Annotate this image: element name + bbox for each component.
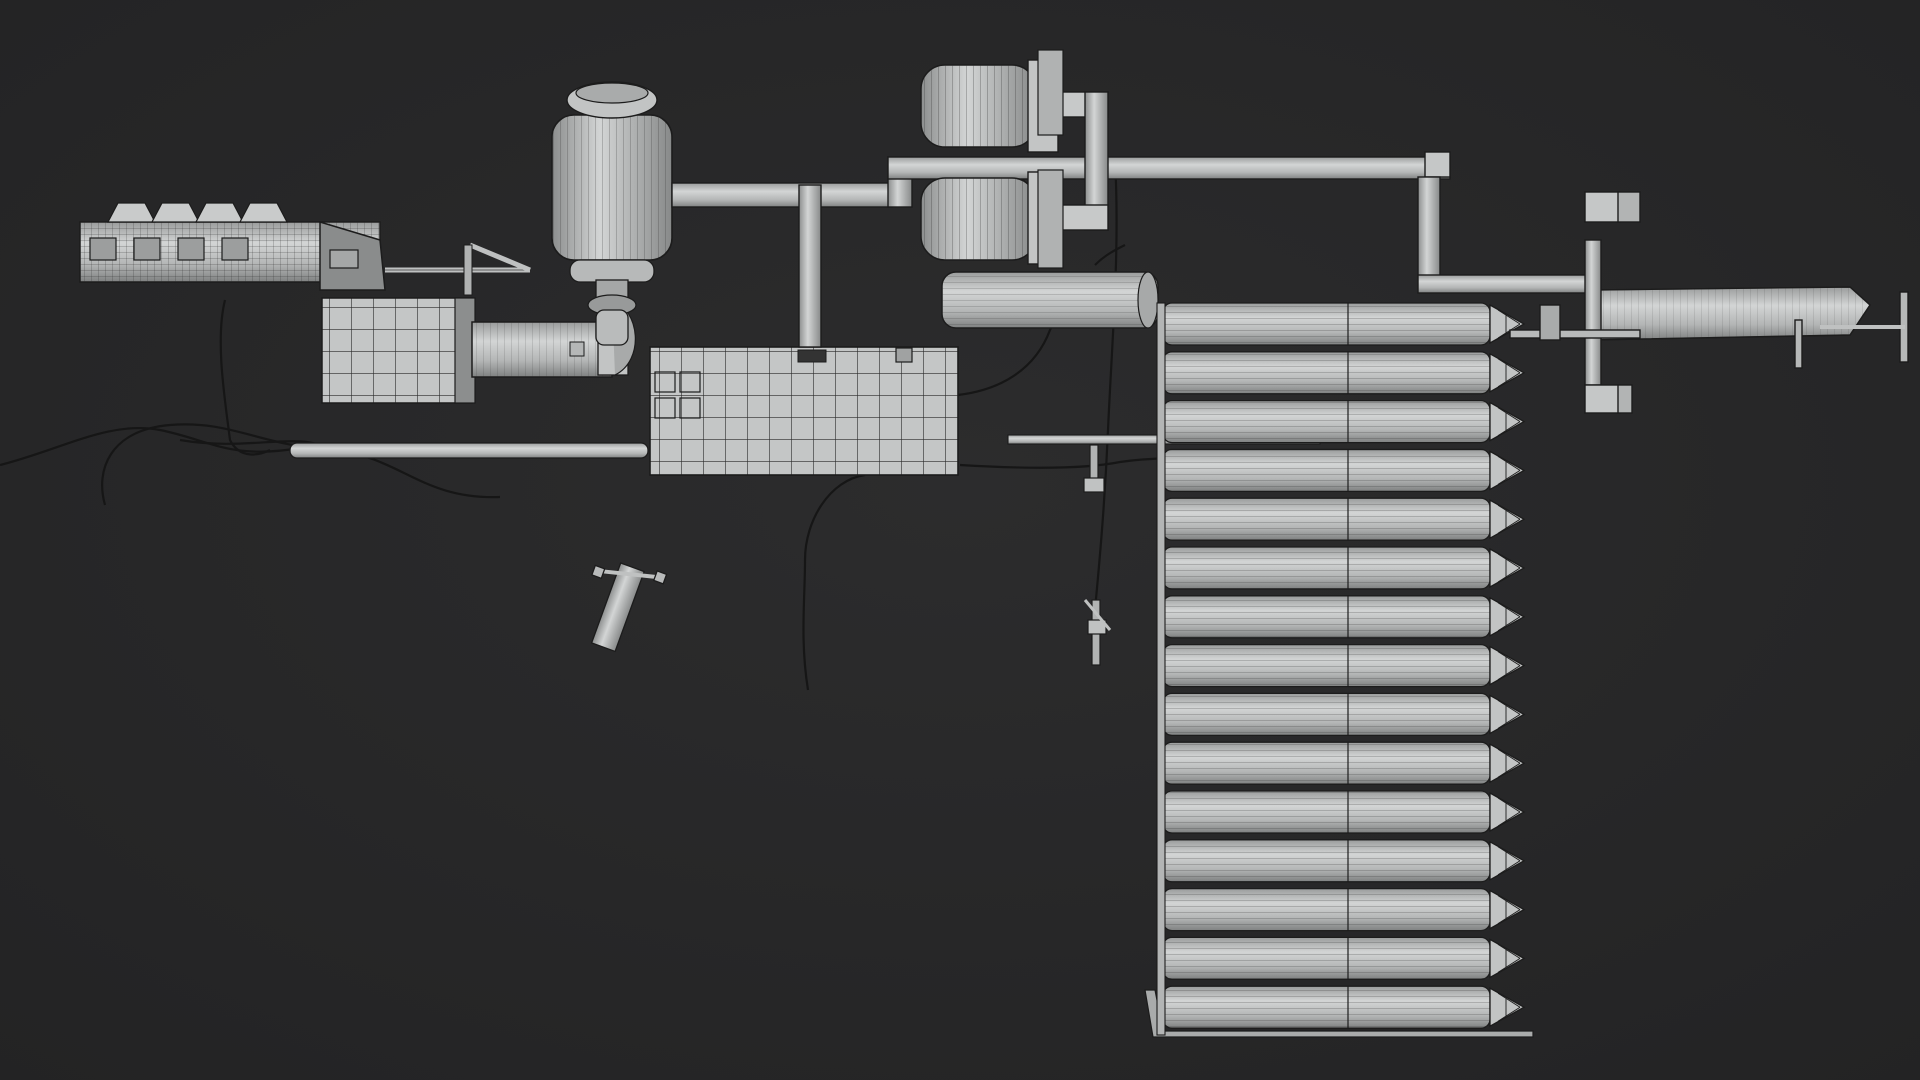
3d-viewport[interactable] <box>0 0 1920 1080</box>
ammo-round[interactable] <box>1162 741 1526 785</box>
ammo-round-wireframe <box>1163 547 1490 589</box>
ammo-round[interactable] <box>1162 936 1526 981</box>
ammo-round-wireframe <box>1163 937 1490 980</box>
ammo-round[interactable] <box>1162 790 1526 834</box>
cooling-fan-lower[interactable] <box>920 169 1064 269</box>
ammo-round[interactable] <box>1162 985 1526 1029</box>
exhaust-pipe-lower[interactable] <box>289 442 649 459</box>
ammo-round-wireframe <box>1163 644 1490 687</box>
ammo-round[interactable] <box>1162 692 1526 737</box>
ammo-round-wireframe <box>1163 351 1490 394</box>
ammo-round-wireframe <box>1163 400 1490 443</box>
ammo-round-wireframe <box>1163 791 1490 833</box>
ammo-stack-rail <box>1156 302 1166 1036</box>
ammo-round[interactable] <box>1162 497 1526 541</box>
ammo-round[interactable] <box>1162 351 1526 395</box>
ammo-round-wireframe <box>1163 449 1490 492</box>
ammo-belt-stack[interactable] <box>1144 302 1534 1038</box>
control-panel-box[interactable] <box>649 346 959 476</box>
ammo-round[interactable] <box>1162 839 1526 883</box>
ammo-round[interactable] <box>1162 887 1526 932</box>
horizontal-tank[interactable] <box>941 271 1159 329</box>
ammo-round-wireframe <box>1163 888 1490 931</box>
ammo-round-wireframe <box>1163 303 1490 345</box>
ammo-round-wireframe <box>1163 498 1490 541</box>
ammo-round-wireframe <box>1163 742 1490 785</box>
ammo-round[interactable] <box>1162 448 1526 493</box>
ammo-round[interactable] <box>1162 643 1526 688</box>
ammo-round[interactable] <box>1162 595 1526 639</box>
ammo-round[interactable] <box>1162 399 1526 444</box>
ammo-round-wireframe <box>1163 839 1490 882</box>
cooling-fan-upper[interactable] <box>920 49 1064 153</box>
ammo-round-wireframe <box>1163 595 1490 638</box>
scene-canvas[interactable] <box>0 0 1920 1080</box>
ammo-round-wireframe <box>1163 986 1490 1029</box>
ammo-round[interactable] <box>1162 302 1526 346</box>
ammo-round-wireframe <box>1163 693 1490 736</box>
ammo-round[interactable] <box>1162 546 1526 590</box>
